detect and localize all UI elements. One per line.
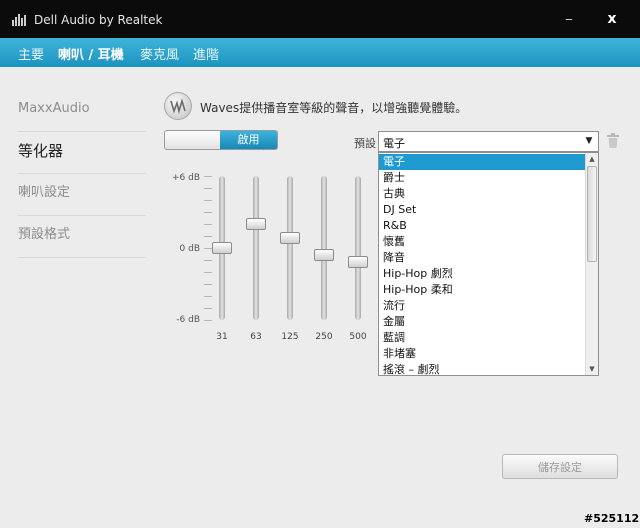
preset-option[interactable]: 流行 bbox=[379, 298, 585, 314]
sidebar-divider bbox=[18, 257, 146, 258]
preset-option[interactable]: 藍調 bbox=[379, 330, 585, 346]
preset-option[interactable]: DJ Set bbox=[379, 202, 585, 218]
db-label-min: -6 dB bbox=[176, 315, 200, 325]
eq-slider-thumb[interactable] bbox=[212, 242, 232, 254]
waves-description: Waves提供播音室等級的聲音，以增強聽覺體驗。 bbox=[200, 101, 468, 115]
eq-scale-tick bbox=[204, 284, 212, 285]
eq-slider-thumb[interactable] bbox=[314, 249, 334, 262]
preset-selected-value: 電子 bbox=[383, 137, 405, 150]
realtek-audio-icon bbox=[12, 14, 26, 26]
dropdown-scrollbar[interactable]: ▲ ▼ bbox=[585, 153, 598, 375]
close-button[interactable]: x bbox=[598, 10, 626, 28]
preset-select[interactable]: 電子 ▼ bbox=[378, 131, 599, 152]
eq-slider-track[interactable] bbox=[355, 176, 361, 320]
preset-option[interactable]: 降音 bbox=[379, 250, 585, 266]
eq-frequency-label: 500 bbox=[349, 332, 367, 342]
enable-toggle[interactable]: 啟用 bbox=[164, 130, 278, 150]
eq-scale-tick bbox=[204, 224, 212, 225]
eq-scale-tick bbox=[204, 320, 212, 321]
sidebar-item-default-format[interactable]: 預設格式 bbox=[18, 215, 146, 255]
eq-frequency-label: 31 bbox=[216, 332, 228, 342]
save-settings-button[interactable]: 儲存設定 bbox=[502, 454, 618, 479]
main-tab-bar: 主要 喇叭 / 耳機 麥克風 進階 bbox=[0, 38, 640, 67]
tab-speakers-headphones[interactable]: 喇叭 / 耳機 bbox=[58, 44, 124, 63]
sidebar-item-equalizer[interactable]: 等化器 bbox=[18, 131, 146, 171]
waves-logo-icon bbox=[164, 92, 192, 120]
preset-option[interactable]: R&B bbox=[379, 218, 585, 234]
eq-scale-tick bbox=[204, 296, 212, 297]
sidebar-item-speaker-setup[interactable]: 喇叭設定 bbox=[18, 173, 146, 213]
preset-dropdown-list: 電子 爵士 古典 DJ Set R&B 懷舊 降音 Hip-Hop 劇烈 Hip-Hop 柔和流… bbox=[378, 152, 599, 376]
tab-main[interactable]: 主要 bbox=[18, 44, 44, 63]
eq-scale-tick bbox=[204, 248, 212, 249]
eq-scale-tick bbox=[204, 188, 212, 189]
scrollbar-thumb[interactable] bbox=[587, 166, 597, 262]
preset-option[interactable]: 搖滾 – 劇烈 bbox=[379, 362, 585, 375]
eq-scale-tick bbox=[204, 260, 212, 261]
eq-slider-track[interactable] bbox=[253, 176, 259, 320]
chevron-down-icon[interactable]: ▼ bbox=[580, 132, 598, 151]
eq-scale-tick bbox=[204, 200, 212, 201]
preset-option[interactable]: 電子 bbox=[379, 154, 585, 170]
tab-microphone[interactable]: 麥克風 bbox=[140, 44, 179, 63]
eq-slider-track[interactable] bbox=[287, 176, 293, 320]
eq-slider-thumb[interactable] bbox=[246, 218, 266, 230]
eq-scale-tick bbox=[204, 176, 212, 177]
eq-scale-tick bbox=[204, 236, 212, 237]
preset-option[interactable]: Hip-Hop 柔和 bbox=[379, 282, 585, 298]
preset-label: 預設 bbox=[354, 137, 376, 150]
tab-advanced[interactable]: 進階 bbox=[193, 44, 219, 63]
db-label-zero: 0 dB bbox=[179, 244, 200, 254]
sidebar-item-maxxaudio[interactable]: MaxxAudio bbox=[18, 89, 146, 129]
minimize-button[interactable]: ‒ bbox=[557, 10, 581, 28]
eq-scale-tick bbox=[204, 272, 212, 273]
eq-scale-tick bbox=[204, 212, 212, 213]
preset-option[interactable]: 古典 bbox=[379, 186, 585, 202]
eq-frequency-label: 250 bbox=[315, 332, 333, 342]
trash-icon[interactable] bbox=[606, 133, 620, 149]
eq-slider-thumb[interactable] bbox=[348, 256, 368, 269]
scroll-up-arrow-icon[interactable]: ▲ bbox=[586, 153, 598, 165]
preset-option[interactable]: Hip-Hop 劇烈 bbox=[379, 266, 585, 282]
preset-option[interactable]: 金屬 bbox=[379, 314, 585, 330]
watermark: #525112 bbox=[584, 512, 640, 525]
eq-scale-tick bbox=[204, 308, 212, 309]
eq-frequency-label: 125 bbox=[281, 332, 299, 342]
sidebar: MaxxAudio 等化器 喇叭設定 預設格式 bbox=[0, 67, 160, 528]
preset-option[interactable]: 爵士 bbox=[379, 170, 585, 186]
db-label-max: +6 dB bbox=[171, 173, 200, 183]
toggle-on-label: 啟用 bbox=[220, 131, 277, 149]
eq-frequency-label: 63 bbox=[250, 332, 262, 342]
window-title: Dell Audio by Realtek bbox=[34, 13, 163, 27]
preset-option[interactable]: 非堵塞 bbox=[379, 346, 585, 362]
eq-slider-track[interactable] bbox=[321, 176, 327, 320]
scroll-down-arrow-icon[interactable]: ▼ bbox=[586, 363, 598, 375]
eq-slider-thumb[interactable] bbox=[280, 232, 300, 245]
preset-option[interactable]: 懷舊 bbox=[379, 234, 585, 250]
title-bar: Dell Audio by Realtek ‒ x bbox=[0, 0, 640, 38]
